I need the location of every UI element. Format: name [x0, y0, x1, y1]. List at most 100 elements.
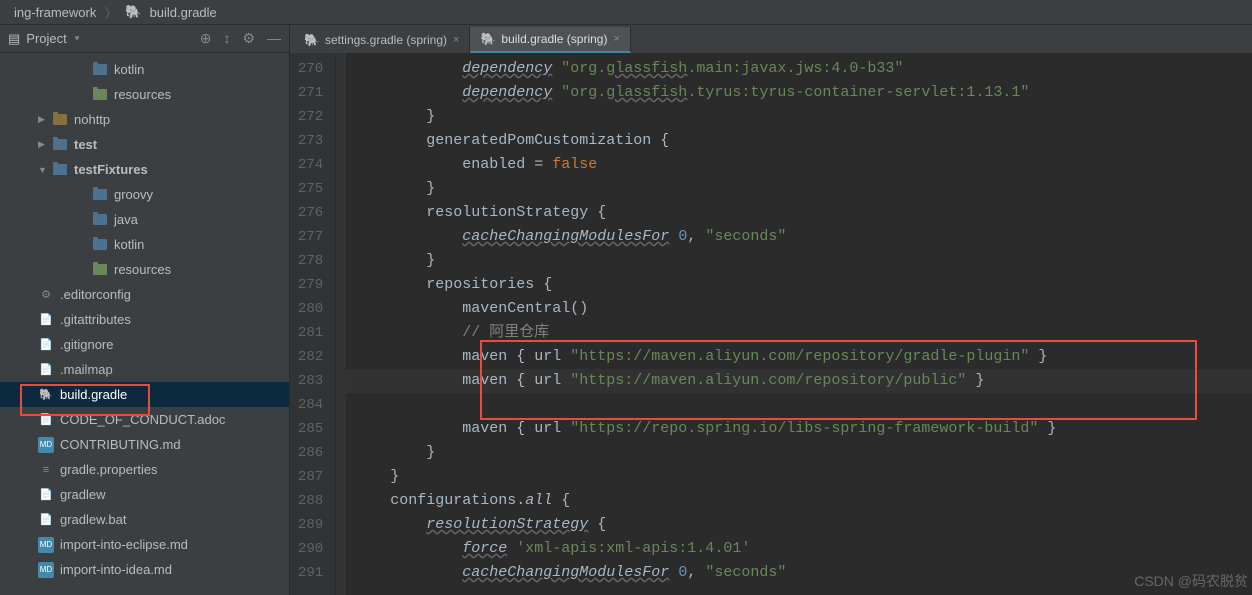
tree-item[interactable]: MDCONTRIBUTING.md: [0, 432, 289, 457]
tree-item[interactable]: 📄gradlew: [0, 482, 289, 507]
folder-icon: [92, 87, 108, 103]
project-sidebar: ▤ Project ⊕ ↕ ⚙ — kotlinresourcesnohttpt…: [0, 25, 290, 595]
line-number: 282: [298, 345, 323, 369]
editor-area: 🐘settings.gradle (spring)×🐘build.gradle …: [290, 25, 1252, 595]
tree-item-label: import-into-eclipse.md: [60, 537, 188, 552]
code-line[interactable]: maven { url "https://maven.aliyun.com/re…: [346, 369, 1252, 393]
tree-item[interactable]: 📄gradlew.bat: [0, 507, 289, 532]
breadcrumb-root[interactable]: ing-framework: [10, 5, 100, 20]
editor-tab[interactable]: 🐘 settings.gradle (spring) ×: [294, 27, 470, 53]
line-gutter: 2702712722732742752762772782792802812822…: [290, 53, 336, 595]
code-line[interactable]: cacheChangingModulesFor 0, "seconds": [346, 225, 1252, 249]
project-dropdown[interactable]: ▤ Project: [8, 31, 200, 47]
code-line[interactable]: cacheChangingModulesFor 0, "seconds": [346, 561, 1252, 585]
code-line[interactable]: resolutionStrategy {: [346, 513, 1252, 537]
tab-label: settings.gradle (spring): [325, 33, 447, 47]
tree-item[interactable]: 📄.mailmap: [0, 357, 289, 382]
tree-item[interactable]: test: [0, 132, 289, 157]
tree-item[interactable]: testFixtures: [0, 157, 289, 182]
chevron-icon[interactable]: [38, 165, 52, 175]
close-icon[interactable]: ×: [613, 33, 619, 45]
code-line[interactable]: repositories {: [346, 273, 1252, 297]
tree-item-label: import-into-idea.md: [60, 562, 172, 577]
tree-item-label: java: [114, 212, 138, 227]
editor-tab[interactable]: 🐘build.gradle (spring)×: [470, 27, 630, 53]
code-line[interactable]: }: [346, 249, 1252, 273]
folder-icon: [92, 62, 108, 78]
line-number: 271: [298, 81, 323, 105]
editor-tabs: 🐘settings.gradle (spring)×🐘build.gradle …: [290, 25, 1252, 53]
tree-item-label: gradlew: [60, 487, 106, 502]
tree-item[interactable]: 🐘build.gradle: [0, 382, 289, 407]
tree-item[interactable]: 📄CODE_OF_CONDUCT.adoc: [0, 407, 289, 432]
folder-icon: [92, 237, 108, 253]
code-line[interactable]: dependency "org.glassfish.tyrus:tyrus-co…: [346, 81, 1252, 105]
code-line[interactable]: mavenCentral(): [346, 297, 1252, 321]
tree-item-label: resources: [114, 262, 171, 277]
code-line[interactable]: enabled = false: [346, 153, 1252, 177]
tree-item[interactable]: ⚙.editorconfig: [0, 282, 289, 307]
breadcrumb: ing-framework 〉 🐘 build.gradle: [0, 0, 1252, 25]
tree-item-label: .gitattributes: [60, 312, 131, 327]
breadcrumb-separator: 〉: [100, 3, 121, 22]
locate-icon[interactable]: ⊕: [200, 30, 212, 47]
markdown-icon: MD: [38, 562, 54, 578]
tree-item[interactable]: 📄.gitignore: [0, 332, 289, 357]
markdown-icon: MD: [38, 537, 54, 553]
tree-item[interactable]: 📄.gitattributes: [0, 307, 289, 332]
close-icon[interactable]: ×: [453, 34, 459, 46]
line-number: 270: [298, 57, 323, 81]
expand-icon[interactable]: ↕: [223, 30, 230, 47]
code-line[interactable]: [346, 393, 1252, 417]
code-line[interactable]: }: [346, 105, 1252, 129]
code-line[interactable]: force 'xml-apis:xml-apis:1.4.01': [346, 537, 1252, 561]
code-line[interactable]: resolutionStrategy {: [346, 201, 1252, 225]
gradle-icon: 🐘: [480, 32, 495, 46]
line-number: 288: [298, 489, 323, 513]
chevron-icon[interactable]: [38, 114, 52, 125]
collapse-icon[interactable]: —: [267, 30, 281, 47]
tree-item[interactable]: kotlin: [0, 57, 289, 82]
gear-icon[interactable]: ⚙: [242, 30, 255, 47]
tree-item[interactable]: kotlin: [0, 232, 289, 257]
code-line[interactable]: dependency "org.glassfish.main:javax.jws…: [346, 57, 1252, 81]
line-number: 291: [298, 561, 323, 585]
line-number: 274: [298, 153, 323, 177]
code-line[interactable]: }: [346, 465, 1252, 489]
code-line[interactable]: maven { url "https://repo.spring.io/libs…: [346, 417, 1252, 441]
chevron-icon[interactable]: [38, 139, 52, 150]
tree-item[interactable]: groovy: [0, 182, 289, 207]
tree-item[interactable]: resources: [0, 257, 289, 282]
line-number: 275: [298, 177, 323, 201]
code-line[interactable]: maven { url "https://maven.aliyun.com/re…: [346, 345, 1252, 369]
tree-item[interactable]: ≡gradle.properties: [0, 457, 289, 482]
code-line[interactable]: generatedPomCustomization {: [346, 129, 1252, 153]
line-number: 280: [298, 297, 323, 321]
line-number: 283: [298, 369, 323, 393]
tree-item-label: kotlin: [114, 237, 144, 252]
tree-item[interactable]: resources: [0, 82, 289, 107]
code-line[interactable]: }: [346, 177, 1252, 201]
file-icon: 📄: [38, 337, 54, 353]
tree-item[interactable]: MD import-into-eclipse.md: [0, 532, 289, 557]
tree-item-label: CONTRIBUTING.md: [60, 437, 181, 452]
breadcrumb-file[interactable]: build.gradle: [146, 5, 221, 20]
watermark: CSDN @码农脱贫: [1134, 571, 1248, 591]
line-number: 281: [298, 321, 323, 345]
gradle-icon: 🐘: [304, 33, 319, 47]
tree-item-label: gradle.properties: [60, 462, 158, 477]
line-number: 290: [298, 537, 323, 561]
tree-item[interactable]: MD import-into-idea.md: [0, 557, 289, 582]
line-number: 276: [298, 201, 323, 225]
line-number: 277: [298, 225, 323, 249]
code-editor[interactable]: dependency "org.glassfish.main:javax.jws…: [346, 53, 1252, 595]
gutter-marks: [336, 53, 346, 595]
code-line[interactable]: }: [346, 441, 1252, 465]
tree-item[interactable]: nohttp: [0, 107, 289, 132]
code-line[interactable]: configurations.all {: [346, 489, 1252, 513]
project-tree[interactable]: kotlinresourcesnohttptesttestFixturesgro…: [0, 53, 289, 595]
tree-item[interactable]: java: [0, 207, 289, 232]
tree-item-label: kotlin: [114, 62, 144, 77]
code-line[interactable]: // 阿里仓库: [346, 321, 1252, 345]
tree-item-label: CODE_OF_CONDUCT.adoc: [60, 412, 225, 427]
